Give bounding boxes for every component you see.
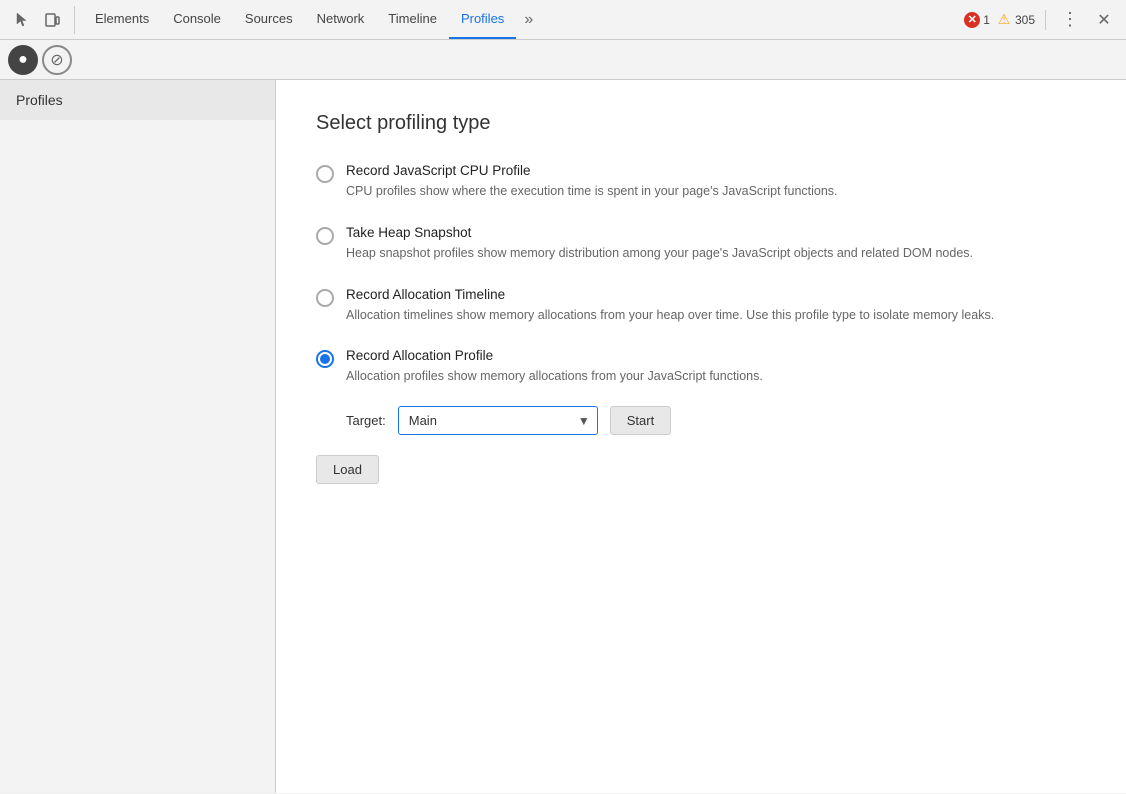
warning-count: 305 <box>1015 13 1035 27</box>
device-icon[interactable] <box>38 6 66 34</box>
option-alloc-timeline-title: Record Allocation Timeline <box>346 287 994 302</box>
option-heap: Take Heap Snapshot Heap snapshot profile… <box>316 225 1086 263</box>
tab-list: Elements Console Sources Network Timelin… <box>83 0 960 39</box>
option-alloc-profile: Record Allocation Profile Allocation pro… <box>316 348 1086 435</box>
radio-cpu[interactable] <box>316 165 334 183</box>
error-count: 1 <box>983 13 990 27</box>
sidebar: Profiles <box>0 80 276 793</box>
pointer-icon[interactable] <box>8 6 36 34</box>
target-label: Target: <box>346 413 386 428</box>
toolbar-right-section: ✕ 1 ⚠ 305 ⋮ ✕ <box>964 6 1118 34</box>
option-alloc-profile-desc: Allocation profiles show memory allocati… <box>346 367 763 386</box>
tab-elements[interactable]: Elements <box>83 0 161 39</box>
option-alloc-profile-text: Record Allocation Profile Allocation pro… <box>346 348 763 435</box>
option-cpu-text: Record JavaScript CPU Profile CPU profil… <box>346 163 838 201</box>
sub-toolbar: ● ⊘ <box>0 40 1126 80</box>
error-badge: ✕ 1 <box>964 12 990 28</box>
load-button[interactable]: Load <box>316 455 379 484</box>
option-cpu-title: Record JavaScript CPU Profile <box>346 163 838 178</box>
error-icon: ✕ <box>964 12 980 28</box>
tab-timeline[interactable]: Timeline <box>376 0 449 39</box>
more-tabs-button[interactable]: » <box>516 11 541 29</box>
target-row: Target: Main ▼ Start <box>346 406 763 435</box>
target-select-wrapper: Main ▼ <box>398 406 598 435</box>
option-heap-text: Take Heap Snapshot Heap snapshot profile… <box>346 225 973 263</box>
devtools-icons <box>8 6 75 34</box>
radio-alloc-profile[interactable] <box>316 350 334 368</box>
record-button[interactable]: ● <box>8 45 38 75</box>
close-button[interactable]: ✕ <box>1090 6 1118 34</box>
sidebar-header: Profiles <box>0 80 275 120</box>
target-select[interactable]: Main <box>398 406 598 435</box>
clear-button[interactable]: ⊘ <box>42 45 72 75</box>
more-options-button[interactable]: ⋮ <box>1056 6 1084 34</box>
main-toolbar: Elements Console Sources Network Timelin… <box>0 0 1126 40</box>
warning-icon: ⚠ <box>996 12 1012 28</box>
option-alloc-timeline: Record Allocation Timeline Allocation ti… <box>316 287 1086 325</box>
toolbar-divider <box>1045 10 1046 30</box>
tab-network[interactable]: Network <box>305 0 377 39</box>
option-cpu: Record JavaScript CPU Profile CPU profil… <box>316 163 1086 201</box>
tab-profiles[interactable]: Profiles <box>449 0 516 39</box>
option-heap-desc: Heap snapshot profiles show memory distr… <box>346 244 973 263</box>
radio-alloc-timeline[interactable] <box>316 289 334 307</box>
start-button[interactable]: Start <box>610 406 671 435</box>
radio-heap[interactable] <box>316 227 334 245</box>
main-content: Profiles Select profiling type Record Ja… <box>0 80 1126 793</box>
tab-console[interactable]: Console <box>161 0 233 39</box>
content-area: Select profiling type Record JavaScript … <box>276 80 1126 793</box>
option-alloc-timeline-text: Record Allocation Timeline Allocation ti… <box>346 287 994 325</box>
warning-badge: ⚠ 305 <box>996 12 1035 28</box>
option-alloc-profile-title: Record Allocation Profile <box>346 348 763 363</box>
option-alloc-timeline-desc: Allocation timelines show memory allocat… <box>346 306 994 325</box>
option-cpu-desc: CPU profiles show where the execution ti… <box>346 182 838 201</box>
section-title: Select profiling type <box>316 112 1086 135</box>
option-heap-title: Take Heap Snapshot <box>346 225 973 240</box>
profiling-options: Record JavaScript CPU Profile CPU profil… <box>316 163 1086 435</box>
tab-sources[interactable]: Sources <box>233 0 305 39</box>
